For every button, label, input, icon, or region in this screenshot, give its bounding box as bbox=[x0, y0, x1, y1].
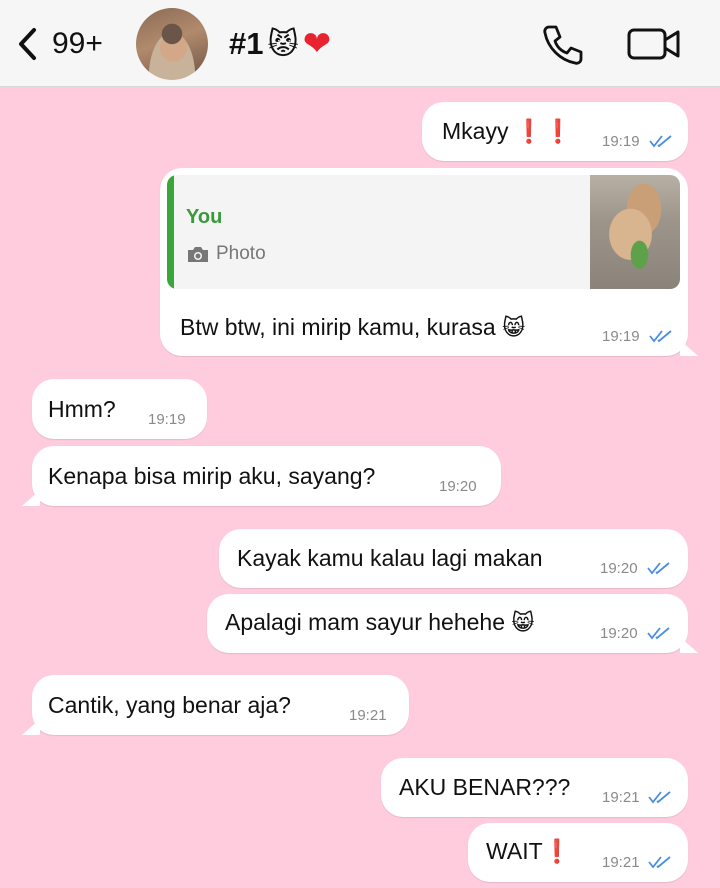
message-time: 19:20 bbox=[600, 625, 638, 642]
message-bubble-incoming[interactable]: Cantik, yang benar aja? 19:21 bbox=[32, 675, 409, 735]
message-time: 19:19 bbox=[148, 411, 186, 428]
unread-count: 99+ bbox=[52, 27, 103, 60]
double-check-icon bbox=[648, 856, 671, 869]
double-check-icon bbox=[649, 330, 672, 343]
double-check-icon bbox=[647, 562, 670, 575]
message-bubble-outgoing[interactable]: Mkayy ❗❗ 19:19 bbox=[422, 102, 688, 161]
message-bubble-incoming[interactable]: Kenapa bisa mirip aku, sayang? 19:20 bbox=[32, 446, 501, 506]
message-bubble-incoming[interactable]: Hmm? 19:19 bbox=[32, 379, 207, 439]
message-text: Hmm? bbox=[48, 396, 116, 422]
message-text: Kenapa bisa mirip aku, sayang? bbox=[48, 463, 376, 489]
message-text: Kayak kamu kalau lagi makan bbox=[237, 545, 543, 571]
message-text: AKU BENAR??? bbox=[399, 774, 571, 800]
reply-photo-thumbnail[interactable] bbox=[590, 175, 680, 289]
message-text: Cantik, yang benar aja? bbox=[48, 692, 291, 718]
double-check-icon bbox=[648, 791, 671, 804]
message-text: Mkayy ❗❗ bbox=[442, 118, 573, 144]
message-text: WAIT❗ bbox=[486, 838, 572, 864]
video-camera-icon[interactable] bbox=[626, 24, 682, 64]
chevron-left-icon bbox=[19, 28, 36, 60]
double-check-icon bbox=[649, 135, 672, 148]
message-text: Btw btw, ini mirip kamu, kurasa 😸 bbox=[180, 314, 526, 341]
message-text: Apalagi mam sayur hehehe 😸 bbox=[225, 609, 535, 636]
bubble-tail bbox=[22, 719, 40, 735]
reply-media-label: Photo bbox=[216, 243, 266, 264]
double-check-icon bbox=[647, 627, 670, 640]
exclamation-icon: ❗❗ bbox=[514, 118, 573, 144]
reply-media-type: Photo bbox=[186, 243, 266, 265]
back-button[interactable]: 99+ bbox=[14, 22, 103, 66]
message-bubble-outgoing[interactable]: Apalagi mam sayur hehehe 😸 19:20 bbox=[207, 594, 688, 653]
smiling-cat-icon: 😸 bbox=[502, 316, 526, 341]
message-bubble-outgoing[interactable]: AKU BENAR??? 19:21 bbox=[381, 758, 688, 817]
pouting-cat-icon: 😾 bbox=[267, 27, 299, 61]
message-time: 19:21 bbox=[602, 854, 640, 871]
message-bubble-outgoing[interactable]: WAIT❗ 19:21 bbox=[468, 823, 688, 882]
camera-icon bbox=[188, 246, 208, 262]
contact-name[interactable]: #1 😾 ❤ bbox=[229, 26, 331, 62]
smiling-cat-icon: 😸 bbox=[511, 611, 535, 636]
phone-icon[interactable] bbox=[540, 22, 586, 68]
reply-author: You bbox=[186, 206, 223, 228]
message-time: 19:20 bbox=[600, 560, 638, 577]
message-time: 19:21 bbox=[602, 789, 640, 806]
message-bubble-outgoing[interactable]: Kayak kamu kalau lagi makan 19:20 bbox=[219, 529, 688, 588]
chat-header: 99+ #1 😾 ❤ bbox=[0, 0, 720, 87]
message-time: 19:20 bbox=[439, 478, 477, 495]
message-time: 19:21 bbox=[349, 707, 387, 724]
message-time: 19:19 bbox=[602, 328, 640, 345]
exclamation-icon: ❗ bbox=[542, 838, 572, 864]
message-time: 19:19 bbox=[602, 133, 640, 150]
contact-name-text: #1 bbox=[229, 26, 264, 61]
heart-icon: ❤ bbox=[302, 25, 332, 63]
bubble-tail bbox=[680, 637, 698, 653]
message-bubble-outgoing[interactable]: You Photo Btw btw, ini mirip kamu, kuras… bbox=[160, 168, 688, 356]
contact-avatar[interactable] bbox=[136, 8, 208, 80]
reply-accent-bar bbox=[167, 175, 174, 289]
